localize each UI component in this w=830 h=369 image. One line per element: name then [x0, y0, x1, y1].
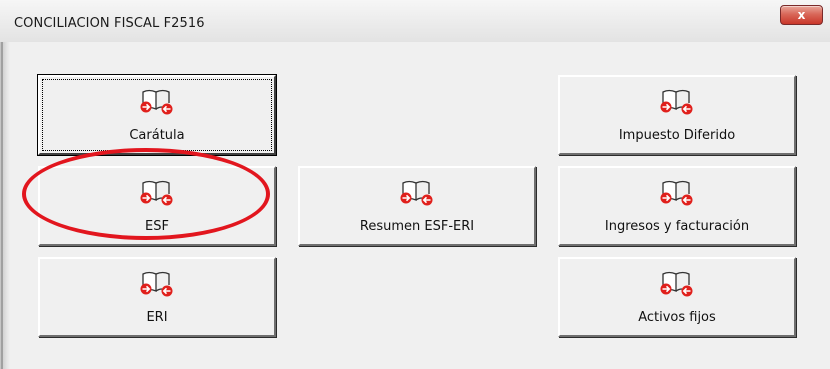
- title-bar[interactable]: CONCILIACION FISCAL F2516 x: [0, 0, 830, 42]
- resumen-esf-eri-button[interactable]: Resumen ESF-ERI: [298, 166, 536, 246]
- eri-button[interactable]: ERI: [38, 257, 276, 337]
- run-macro-icon: [658, 87, 696, 115]
- eri-button-label: ERI: [146, 310, 168, 325]
- caratula-button[interactable]: Carátula: [38, 75, 276, 155]
- activos-fijos-button-label: Activos fijos: [638, 310, 716, 325]
- window-frame-left: [0, 42, 10, 369]
- close-button[interactable]: x: [780, 5, 823, 25]
- window-title: CONCILIACION FISCAL F2516: [14, 16, 205, 31]
- esf-button-label: ESF: [145, 219, 169, 234]
- resumen-esf-eri-button-label: Resumen ESF-ERI: [359, 219, 475, 234]
- run-macro-icon: [658, 269, 696, 297]
- impuesto-diferido-button[interactable]: Impuesto Diferido: [558, 75, 796, 155]
- run-macro-icon: [138, 269, 176, 297]
- impuesto-diferido-button-label: Impuesto Diferido: [618, 128, 736, 143]
- ingresos-facturacion-button[interactable]: Ingresos y facturación: [558, 166, 796, 246]
- run-macro-icon: [658, 178, 696, 206]
- activos-fijos-button[interactable]: Activos fijos: [558, 257, 796, 337]
- dialog-window: CONCILIACION FISCAL F2516 x Carátula Imp…: [0, 0, 830, 369]
- ingresos-facturacion-button-label: Ingresos y facturación: [604, 219, 750, 234]
- caratula-button-label: Carátula: [129, 128, 185, 143]
- esf-button[interactable]: ESF: [38, 166, 276, 246]
- close-icon: x: [797, 8, 806, 22]
- run-macro-icon: [138, 178, 176, 206]
- run-macro-icon: [398, 178, 436, 206]
- run-macro-icon: [138, 87, 176, 115]
